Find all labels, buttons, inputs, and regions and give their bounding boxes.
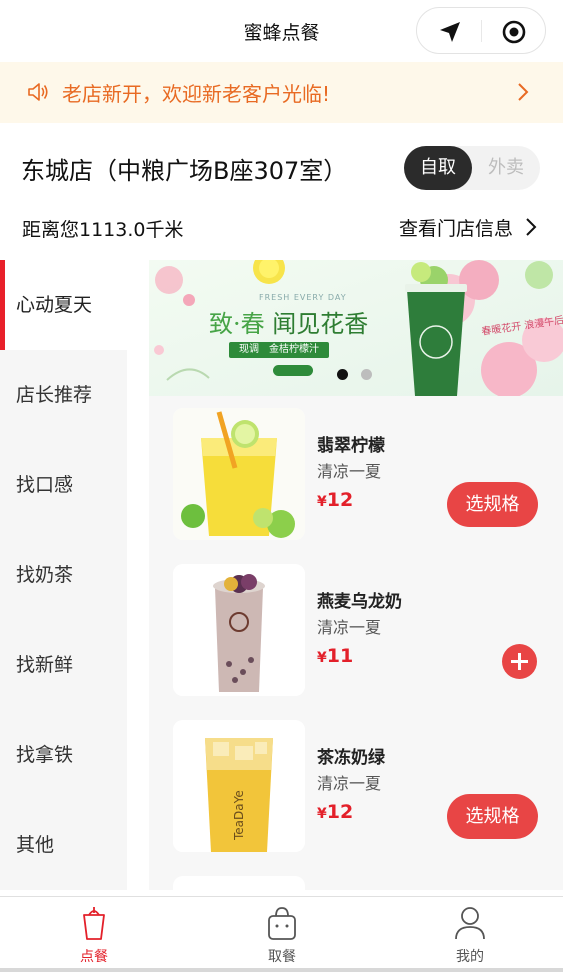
add-to-cart-button[interactable] — [502, 644, 537, 679]
product-price: ¥12 — [317, 801, 353, 823]
capsule-divider — [481, 20, 482, 42]
category-item[interactable]: 店长推荐 — [0, 350, 127, 440]
banner-small-tag — [273, 365, 313, 376]
chevron-right-icon — [526, 218, 537, 236]
product-image — [173, 876, 305, 890]
tab-label: 点餐 — [80, 949, 108, 965]
svg-text:TeaDaYe: TeaDaYe — [232, 790, 246, 841]
select-spec-button[interactable]: 选规格 — [447, 794, 538, 839]
banner-slogan-b: 闻见花香 — [264, 310, 369, 338]
product-item[interactable] — [149, 864, 563, 890]
banner-english-text: FRESH EVERY DAY — [259, 293, 347, 302]
chevron-right-icon[interactable] — [512, 81, 534, 103]
target-icon[interactable] — [501, 19, 527, 45]
product-image: TeaDaYe — [173, 720, 305, 852]
pagination-dot[interactable] — [361, 369, 372, 380]
price-value: 12 — [326, 489, 354, 511]
category-item[interactable]: 找新鲜 — [0, 620, 127, 710]
product-item[interactable]: 燕麦乌龙奶 清凉一夏 ¥11 — [149, 552, 563, 708]
category-item[interactable]: 找拿铁 — [0, 710, 127, 800]
product-price: ¥11 — [317, 645, 353, 667]
product-desc: 清凉一夏 — [317, 774, 382, 793]
product-desc: 清凉一夏 — [317, 462, 382, 481]
store-name: 东城店（中粮广场B座307室） — [21, 157, 348, 185]
product-name: 茶冻奶绿 — [317, 748, 385, 768]
product-list: 翡翠柠檬 清凉一夏 ¥12 选规格 燕麦乌龙奶 清凉一夏 ¥11 TeaDaYe… — [149, 396, 563, 890]
banner-slogan: 致·春 闻见花香 — [209, 304, 368, 339]
banner-slogan-a: 致·春 — [209, 310, 265, 338]
tab-label: 我的 — [456, 949, 484, 965]
product-name: 燕麦乌龙奶 — [317, 592, 402, 612]
store-info-label: 查看门店信息 — [399, 218, 514, 240]
banner-tag: 现调 金桔柠檬汁 — [229, 342, 329, 358]
tab-label: 取餐 — [268, 949, 296, 965]
banner-pagination — [337, 369, 377, 381]
notice-bar[interactable]: 老店新开，欢迎新老客户光临! — [0, 62, 563, 123]
product-desc: 清凉一夏 — [317, 618, 382, 637]
currency-symbol: ¥ — [317, 806, 327, 822]
store-info-link[interactable]: 查看门店信息 — [399, 214, 537, 241]
cup-icon — [83, 907, 105, 940]
pickup-delivery-toggle: 自取 外卖 — [404, 146, 540, 190]
delivery-option[interactable]: 外卖 — [472, 146, 540, 190]
bottom-tab-bar: 点餐 取餐 我的 — [0, 896, 563, 968]
product-price: ¥12 — [317, 489, 353, 511]
price-value: 11 — [326, 645, 354, 667]
category-item[interactable]: 找口感 — [0, 440, 127, 530]
location-arrow-icon[interactable] — [437, 19, 463, 45]
category-sidebar: 心动夏天 店长推荐 找口感 找奶茶 找新鲜 找拿铁 其他 — [0, 260, 127, 890]
product-name: 翡翠柠檬 — [317, 436, 385, 456]
notice-text: 老店新开，欢迎新老客户光临! — [62, 82, 331, 106]
top-nav-bar: 蜜蜂点餐 — [0, 0, 563, 62]
select-spec-button[interactable]: 选规格 — [447, 482, 538, 527]
category-item[interactable]: 心动夏天 — [0, 260, 127, 350]
mini-program-capsule — [416, 7, 546, 54]
pagination-dot-active[interactable] — [337, 369, 348, 380]
currency-symbol: ¥ — [317, 494, 327, 510]
category-item[interactable]: 找奶茶 — [0, 530, 127, 620]
store-distance: 距离您1113.0千米 — [22, 219, 184, 241]
product-item[interactable]: 翡翠柠檬 清凉一夏 ¥12 选规格 — [149, 396, 563, 552]
tab-mine[interactable]: 我的 — [376, 897, 563, 969]
currency-symbol: ¥ — [317, 650, 327, 666]
category-item[interactable]: 其他 — [0, 800, 127, 890]
bottom-edge — [0, 968, 563, 972]
tab-order[interactable]: 点餐 — [0, 897, 188, 969]
tab-pickup[interactable]: 取餐 — [188, 897, 376, 969]
price-value: 12 — [326, 801, 354, 823]
bag-icon — [268, 907, 296, 940]
product-image — [173, 564, 305, 696]
user-icon — [455, 907, 485, 940]
pickup-option[interactable]: 自取 — [404, 146, 472, 190]
product-item[interactable]: TeaDaYe 茶冻奶绿 清凉一夏 ¥12 选规格 — [149, 708, 563, 864]
product-image — [173, 408, 305, 540]
speaker-icon — [28, 83, 48, 101]
